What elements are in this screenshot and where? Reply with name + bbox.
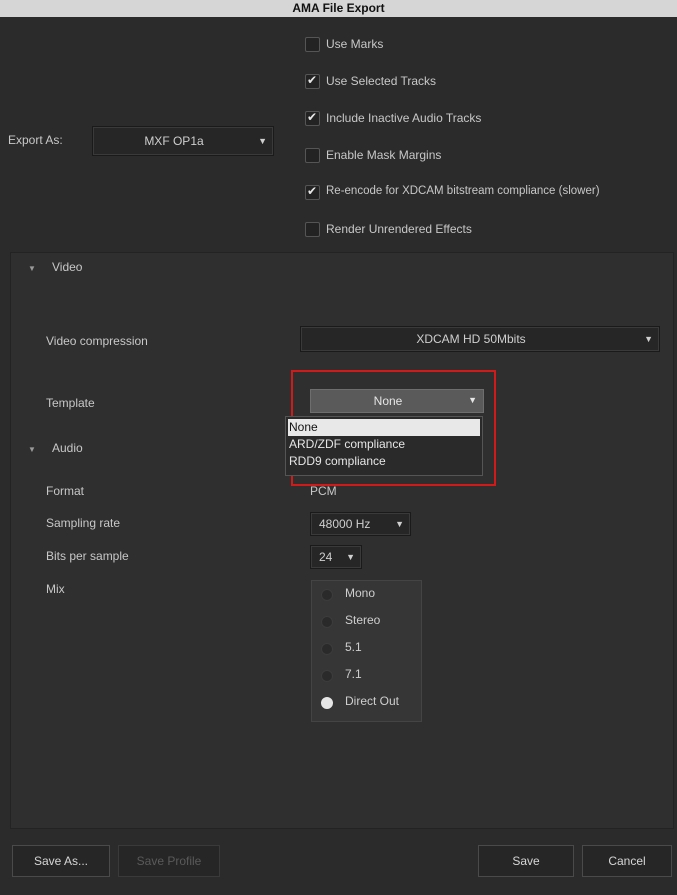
mix-option-label: Direct Out: [345, 694, 400, 708]
mix-label: Mix: [46, 582, 65, 596]
video-compression-label: Video compression: [46, 334, 148, 348]
mix-radio-5-1[interactable]: [321, 643, 333, 655]
bits-per-sample-value: 24: [319, 550, 333, 564]
mix-radio-stereo[interactable]: [321, 616, 333, 628]
mix-radio-direct-out[interactable]: [321, 697, 333, 709]
chevron-down-icon: ▼: [258, 136, 267, 146]
export-format-value: MXF OP1a: [144, 134, 204, 148]
chevron-down-icon: ▼: [644, 334, 653, 344]
mix-radio-group: Mono Stereo 5.1 7.1 Direct Out: [311, 580, 422, 722]
audio-format-label: Format: [46, 484, 85, 498]
mix-radio-mono[interactable]: [321, 589, 333, 601]
video-compression-dropdown[interactable]: XDCAM HD 50Mbits ▼: [300, 326, 660, 352]
mix-option-label: 7.1: [345, 667, 362, 681]
include-inactive-audio-checkbox[interactable]: [305, 110, 320, 126]
video-compression-value: XDCAM HD 50Mbits: [416, 332, 526, 346]
include-inactive-audio-label: Include Inactive Audio Tracks: [326, 111, 482, 125]
use-selected-tracks-label: Use Selected Tracks: [326, 74, 437, 88]
use-selected-tracks-checkbox[interactable]: [305, 73, 320, 89]
template-label: Template: [46, 396, 95, 410]
window-title: AMA File Export: [0, 0, 677, 17]
sampling-rate-dropdown[interactable]: 48000 Hz ▼: [310, 512, 411, 536]
save-button[interactable]: Save: [478, 845, 574, 877]
chevron-down-icon: ▼: [346, 552, 355, 562]
mix-option-label: Stereo: [345, 613, 381, 627]
template-option-ard-zdf[interactable]: ARD/ZDF compliance: [288, 436, 480, 453]
use-marks-checkbox[interactable]: [305, 37, 320, 52]
template-dropdown-list: None ARD/ZDF compliance RDD9 compliance: [285, 416, 483, 476]
export-options-area: Export As: MXF OP1a ▼ Use Marks Use Sele…: [0, 17, 677, 242]
template-option-rdd9[interactable]: RDD9 compliance: [288, 453, 480, 470]
collapse-triangle-icon[interactable]: ▼: [28, 445, 36, 454]
render-unrendered-label: Render Unrendered Effects: [326, 222, 472, 236]
collapse-triangle-icon[interactable]: ▼: [28, 264, 36, 273]
bits-per-sample-dropdown[interactable]: 24 ▼: [310, 545, 362, 569]
video-section-title[interactable]: Video: [52, 260, 82, 274]
mix-option-label: Mono: [345, 586, 376, 600]
export-as-label: Export As:: [8, 133, 63, 147]
enable-mask-margins-label: Enable Mask Margins: [326, 148, 442, 162]
reencode-xdcam-checkbox[interactable]: [305, 184, 320, 200]
template-dropdown[interactable]: None ▼: [310, 389, 484, 413]
template-option-none[interactable]: None: [288, 419, 480, 436]
chevron-down-icon: ▼: [395, 519, 404, 529]
reencode-xdcam-label: Re-encode for XDCAM bitstream compliance…: [326, 185, 600, 197]
export-format-dropdown[interactable]: MXF OP1a ▼: [92, 126, 274, 156]
save-as-button[interactable]: Save As...: [12, 845, 110, 877]
render-unrendered-checkbox[interactable]: [305, 222, 320, 237]
template-value: None: [373, 394, 403, 408]
bits-per-sample-label: Bits per sample: [46, 549, 129, 563]
sampling-rate-value: 48000 Hz: [319, 517, 371, 531]
chevron-down-icon: ▼: [468, 395, 477, 405]
sampling-rate-label: Sampling rate: [46, 516, 121, 530]
mix-option-label: 5.1: [345, 640, 362, 654]
audio-section-title[interactable]: Audio: [52, 441, 83, 455]
save-profile-button[interactable]: Save Profile: [118, 845, 220, 877]
enable-mask-margins-checkbox[interactable]: [305, 148, 320, 163]
mix-radio-7-1[interactable]: [321, 670, 333, 682]
cancel-button[interactable]: Cancel: [582, 845, 672, 877]
use-marks-label: Use Marks: [326, 37, 384, 51]
audio-format-value: PCM: [310, 484, 337, 498]
